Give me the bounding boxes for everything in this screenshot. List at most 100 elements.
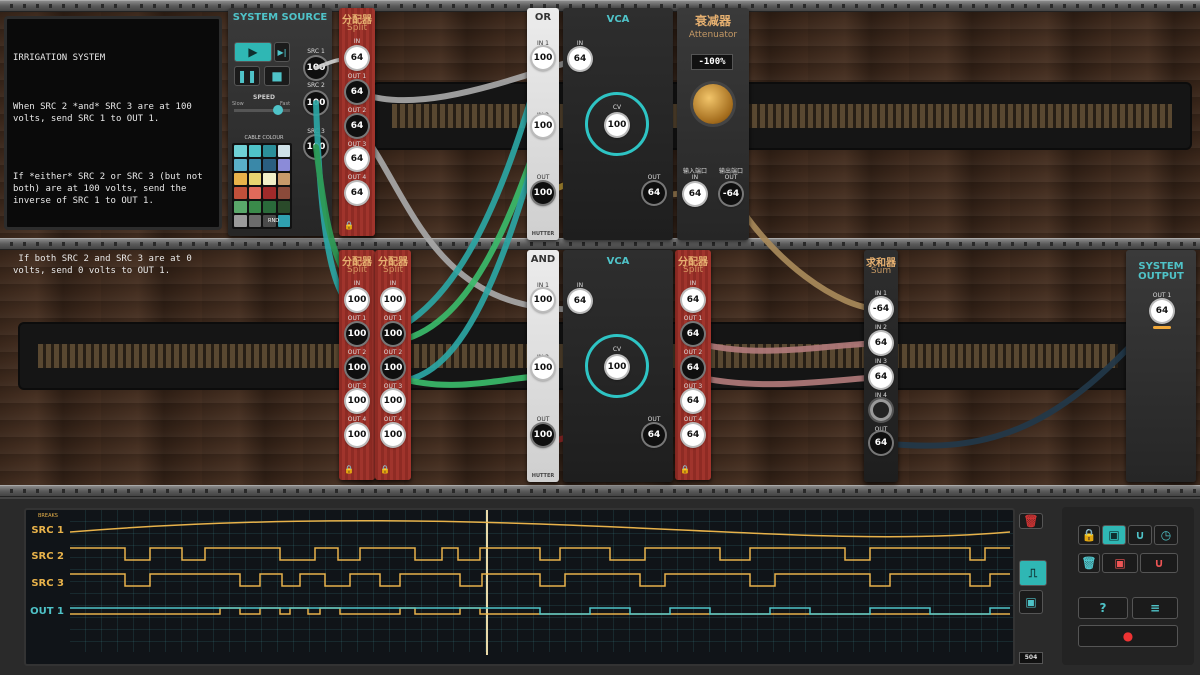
cable-colour-swatch[interactable] — [234, 215, 247, 227]
system-output-jack[interactable]: 64 — [1151, 300, 1173, 322]
module-title: AND — [530, 254, 556, 265]
attenuator-output-jack[interactable]: -64 — [720, 183, 742, 205]
delete-all-button[interactable]: 🗑 — [1078, 553, 1100, 573]
port-label: OUT 1 — [347, 315, 367, 322]
sum-input-jack[interactable]: 64 — [870, 332, 892, 354]
vca-output-jack[interactable]: 64 — [643, 424, 665, 446]
split-input-jack[interactable]: 64 — [346, 47, 368, 69]
cable-colour-swatch[interactable] — [248, 201, 261, 213]
port-label: OUT — [647, 174, 661, 181]
attenuation-knob[interactable] — [693, 84, 733, 124]
step-button[interactable]: ▶| — [274, 42, 290, 62]
sum-input-jack[interactable]: 64 — [870, 366, 892, 388]
cable-tool-button[interactable]: ∪ — [1128, 525, 1152, 545]
vca-cv-jack[interactable]: 100 — [606, 356, 628, 378]
cable-colour-swatch[interactable] — [234, 145, 247, 157]
lock-button[interactable]: 🔒 — [1078, 525, 1100, 545]
cable-colour-swatch[interactable] — [277, 215, 290, 227]
lock-icon[interactable]: 🔒 — [380, 465, 390, 474]
module-view-button[interactable]: ▣ — [1019, 590, 1043, 614]
gate-input-jack[interactable]: 100 — [532, 289, 554, 311]
module-tool-button[interactable]: ▣ — [1102, 525, 1126, 545]
split-output-jack[interactable]: 64 — [682, 390, 704, 412]
menu-button[interactable]: ≡ — [1132, 597, 1178, 619]
cable-colour-swatch[interactable] — [277, 201, 290, 213]
pause-button[interactable]: ❚❚ — [234, 66, 260, 86]
sum-output-jack[interactable]: 64 — [870, 432, 892, 454]
clear-scope-button[interactable]: 🗑 — [1019, 513, 1043, 529]
cable-colour-swatch[interactable] — [263, 159, 276, 171]
cable-colour-swatch[interactable] — [263, 173, 276, 185]
cable-colour-swatch[interactable] — [234, 159, 247, 171]
split-output-jack[interactable]: 64 — [346, 182, 368, 204]
cable-colour-swatch[interactable] — [277, 173, 290, 185]
help-button[interactable]: ? — [1078, 597, 1128, 619]
sum-input-jack[interactable]: -64 — [870, 298, 892, 320]
cable-colour-swatch[interactable] — [277, 159, 290, 171]
cable-colour-swatch[interactable] — [277, 145, 290, 157]
split-output-jack[interactable]: 64 — [346, 148, 368, 170]
speed-slider-handle[interactable] — [273, 105, 283, 115]
src1-output-jack[interactable]: 100 — [305, 57, 327, 79]
split-output-jack[interactable]: 100 — [382, 424, 404, 446]
gate-input-jack[interactable]: 100 — [532, 357, 554, 379]
scope-waveform — [70, 607, 1010, 615]
cable-colour-swatch[interactable] — [234, 201, 247, 213]
waveform-view-button[interactable]: ⎍ — [1019, 560, 1047, 586]
cable-colour-swatch[interactable] — [277, 187, 290, 199]
sum-input-jack[interactable] — [870, 399, 892, 421]
cable-colour-swatch[interactable] — [248, 145, 261, 157]
gate-input-jack[interactable]: 100 — [532, 115, 554, 137]
cable-colour-swatch[interactable] — [263, 145, 276, 157]
lock-icon[interactable]: 🔒 — [680, 465, 690, 474]
cable-colour-swatch[interactable] — [263, 187, 276, 199]
vca-cv-jack[interactable]: 100 — [606, 114, 628, 136]
split-input-jack[interactable]: 100 — [382, 289, 404, 311]
pause-icon: ❚❚ — [236, 69, 258, 83]
gate-output-jack[interactable]: 100 — [532, 182, 554, 204]
split-output-jack[interactable]: 100 — [382, 390, 404, 412]
cable-colour-swatch[interactable] — [248, 187, 261, 199]
split-input-jack[interactable]: 64 — [682, 289, 704, 311]
vca-input-jack[interactable]: 64 — [569, 48, 591, 70]
play-button[interactable]: ▶ — [234, 42, 272, 62]
stop-button[interactable]: ■ — [264, 66, 290, 86]
gate-input-jack[interactable]: 100 — [532, 47, 554, 69]
src3-output-jack[interactable]: 100 — [305, 136, 327, 158]
split-output-jack[interactable]: 64 — [346, 81, 368, 103]
split-output-jack[interactable]: 100 — [382, 357, 404, 379]
split-output-jack[interactable]: 64 — [682, 424, 704, 446]
split-output-jack[interactable]: 100 — [346, 424, 368, 446]
split-output-jack[interactable]: 100 — [382, 323, 404, 345]
gate-output-jack[interactable]: 100 — [532, 424, 554, 446]
split-output-jack[interactable]: 64 — [346, 115, 368, 137]
attenuator-input-jack[interactable]: 64 — [684, 183, 706, 205]
logic-gate-module: ORIN 1100IN 2100OUT100HUTTER — [527, 8, 559, 240]
split-input-jack[interactable]: 100 — [346, 289, 368, 311]
delete-module-button[interactable]: ▣ — [1102, 553, 1138, 573]
cable-colour-swatch[interactable] — [234, 173, 247, 185]
cable-colour-swatch[interactable] — [248, 215, 261, 227]
port-label: IN — [576, 40, 584, 47]
lock-icon[interactable]: 🔒 — [344, 465, 354, 474]
attenuation-display: -100% — [691, 54, 733, 70]
vca-output-jack[interactable]: 64 — [643, 182, 665, 204]
split-output-jack[interactable]: 64 — [682, 357, 704, 379]
timer-button[interactable]: ◷ — [1154, 525, 1178, 545]
port-label: OUT — [536, 416, 550, 423]
split-output-jack[interactable]: 64 — [682, 323, 704, 345]
delete-cable-button[interactable]: ∪ — [1140, 553, 1178, 573]
cable-colour-swatch[interactable] — [234, 187, 247, 199]
cable-colour-swatch[interactable] — [248, 159, 261, 171]
cable-colour-swatch[interactable] — [248, 173, 261, 185]
split-output-jack[interactable]: 100 — [346, 390, 368, 412]
src2-output-jack[interactable]: 100 — [305, 92, 327, 114]
cable-colour-swatch[interactable] — [263, 201, 276, 213]
split-output-jack[interactable]: 100 — [346, 323, 368, 345]
lock-icon[interactable]: 🔒 — [344, 221, 354, 230]
scope-track-label: SRC 1 — [31, 525, 64, 536]
vca-input-jack[interactable]: 64 — [569, 290, 591, 312]
port-label: OUT 1 — [383, 315, 403, 322]
split-output-jack[interactable]: 100 — [346, 357, 368, 379]
record-button[interactable]: ● — [1078, 625, 1178, 647]
